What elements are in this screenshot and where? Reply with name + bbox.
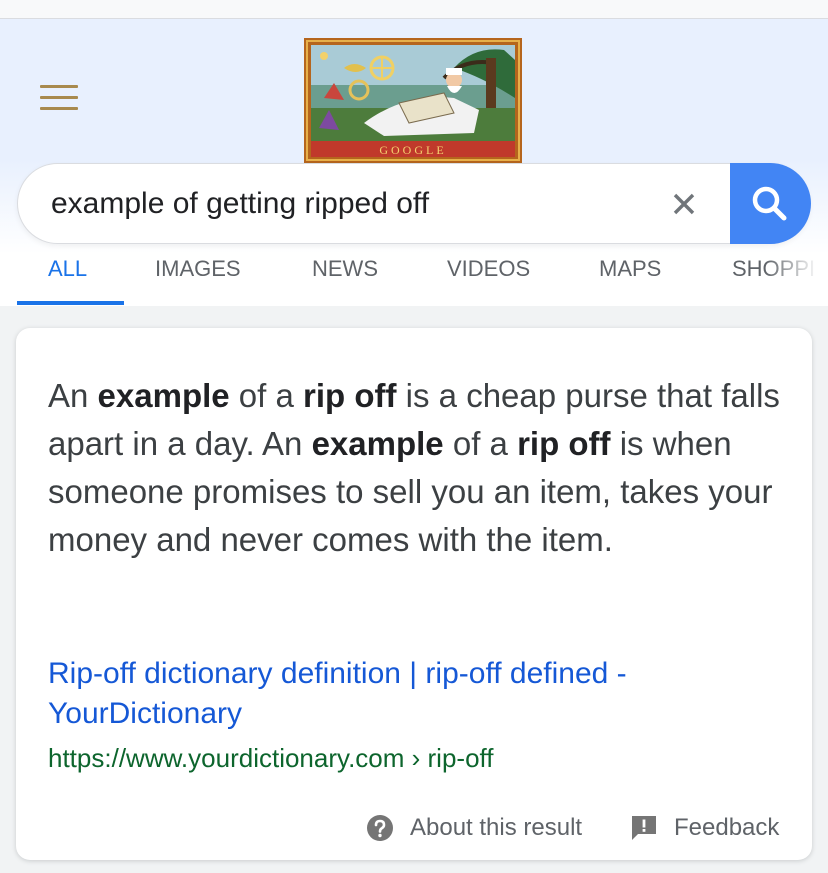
- answer-keyword: example: [311, 425, 444, 462]
- active-tab-indicator: [17, 301, 124, 305]
- doodle-word: GOOGLE: [379, 143, 446, 157]
- search-input[interactable]: example of getting ripped off: [51, 164, 429, 243]
- search-button[interactable]: [730, 163, 811, 244]
- feedback-label: Feedback: [674, 814, 780, 841]
- search-icon: [752, 186, 787, 221]
- tab-all[interactable]: ALL: [48, 252, 87, 306]
- snippet-answer-text: An example of a rip off is a cheap purse…: [48, 372, 788, 564]
- tab-videos[interactable]: VIDEOS: [447, 252, 530, 306]
- tab-maps[interactable]: MAPS: [599, 252, 661, 306]
- tab-scroll-fade: [765, 252, 828, 300]
- answer-keyword: example: [97, 377, 230, 414]
- search-tabs: ALL IMAGES NEWS VIDEOS MAPS SHOPPI: [0, 252, 828, 306]
- tab-news[interactable]: NEWS: [312, 252, 378, 306]
- answer-keyword: rip off: [517, 425, 611, 462]
- browser-top-strip: [0, 0, 828, 19]
- about-label: About this result: [410, 814, 583, 841]
- menu-icon[interactable]: [40, 85, 78, 111]
- answer-text-segment: of a: [229, 377, 304, 414]
- google-doodle[interactable]: GOOGLE: [304, 38, 522, 163]
- feedback-icon: [632, 816, 656, 840]
- search-box[interactable]: example of getting ripped off: [17, 163, 811, 244]
- clear-icon[interactable]: [666, 186, 702, 222]
- source-url[interactable]: https://www.yourdictionary.com › rip-off: [48, 742, 494, 774]
- answer-text-segment: An: [48, 377, 98, 414]
- featured-snippet-card: An example of a rip off is a cheap purse…: [16, 328, 812, 860]
- source-link-title[interactable]: Rip-off dictionary definition | rip-off …: [48, 654, 748, 734]
- help-icon: [367, 815, 393, 841]
- tab-images[interactable]: IMAGES: [155, 252, 241, 306]
- answer-keyword: rip off: [303, 377, 397, 414]
- answer-text-segment: of a: [443, 425, 518, 462]
